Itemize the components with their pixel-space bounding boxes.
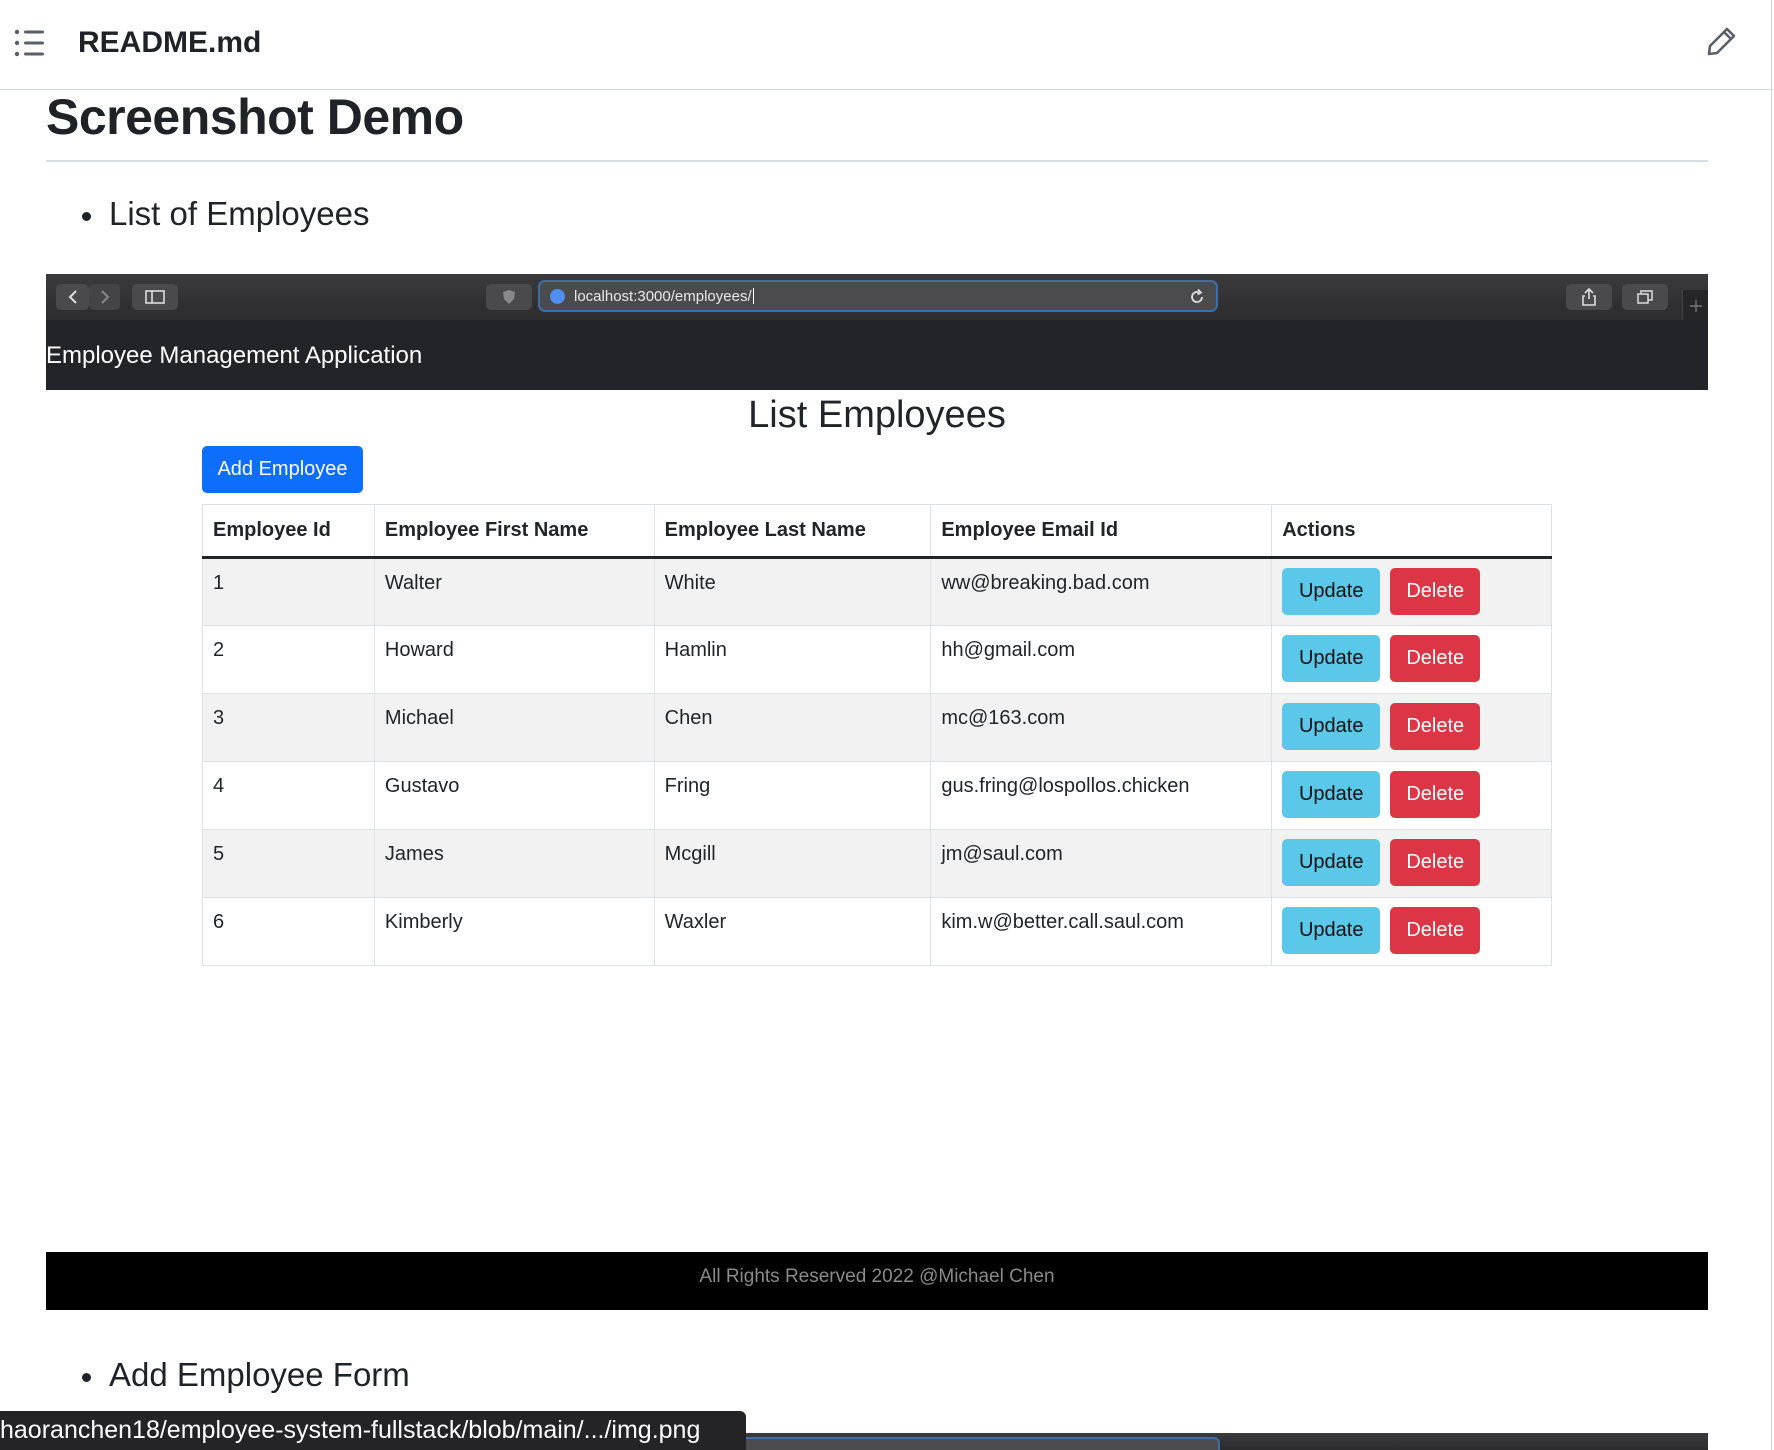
delete-button: Delete <box>1390 907 1481 954</box>
employee-last-name: Waxler <box>653 897 932 966</box>
back-button <box>56 284 89 310</box>
row-actions: Update Delete <box>1271 897 1552 966</box>
readme-filename[interactable]: README.md <box>78 26 261 60</box>
update-button: Update <box>1282 703 1381 750</box>
bullet-text: Add Employee Form <box>109 1356 410 1393</box>
app-brand: Employee Management Application <box>46 342 423 369</box>
employee-first-name: Michael <box>373 693 655 762</box>
column-header: Employee Id <box>202 504 375 559</box>
footer-text: All Rights Reserved 2022 @Michael Chen <box>699 1266 1055 1287</box>
new-tab-button <box>1682 290 1708 320</box>
address-bar: localhost:3000/employees/ <box>538 280 1218 312</box>
column-header: Actions <box>1271 504 1552 559</box>
link-status-bar: haoranchen18/employee-system-fullstack/b… <box>0 1411 746 1450</box>
employee-last-name: Chen <box>653 693 932 762</box>
delete-button: Delete <box>1390 771 1481 818</box>
app-navbar: Employee Management Application <box>46 320 1708 390</box>
employee-id: 3 <box>202 693 375 762</box>
employee-email: kim.w@better.call.saul.com <box>930 897 1273 966</box>
employee-first-name: Kimberly <box>373 897 655 966</box>
employee-first-name: James <box>373 829 655 898</box>
address-bar-2 <box>740 1437 1220 1450</box>
delete-button: Delete <box>1390 635 1481 682</box>
column-header: Employee First Name <box>373 504 655 559</box>
table-row: 1 Walter White ww@breaking.bad.com Updat… <box>202 557 1552 626</box>
table-row: 2 Howard Hamlin hh@gmail.com Update Delet… <box>202 625 1552 694</box>
privacy-button <box>486 284 532 310</box>
plus-icon <box>1690 300 1702 312</box>
sidebar-icon <box>145 290 165 304</box>
update-button: Update <box>1282 568 1381 615</box>
employee-id: 1 <box>202 557 375 626</box>
row-actions: Update Delete <box>1271 625 1552 694</box>
pencil-icon[interactable] <box>1706 25 1738 57</box>
employee-email: mc@163.com <box>930 693 1273 762</box>
add-employee-button: Add Employee <box>202 446 363 493</box>
table-row: 3 Michael Chen mc@163.com Update Delete <box>202 693 1552 762</box>
column-header: Employee Last Name <box>653 504 932 559</box>
row-actions: Update Delete <box>1271 693 1552 762</box>
delete-button: Delete <box>1390 839 1481 886</box>
readme-header: README.md <box>0 0 1772 90</box>
employee-first-name: Walter <box>373 557 655 626</box>
list-icon[interactable] <box>14 28 46 58</box>
update-button: Update <box>1282 635 1381 682</box>
url-text: localhost:3000/employees/ <box>574 288 754 305</box>
table-row: 6 Kimberly Waxler kim.w@better.call.saul… <box>202 897 1552 966</box>
employee-id: 5 <box>202 829 375 898</box>
employee-email: gus.fring@lospollos.chicken <box>930 761 1273 830</box>
employee-last-name: White <box>653 557 932 626</box>
employee-id: 4 <box>202 761 375 830</box>
employee-id: 2 <box>202 625 375 694</box>
employee-email: ww@breaking.bad.com <box>930 557 1273 626</box>
table-header-row: Employee Id Employee First Name Employee… <box>202 504 1552 559</box>
row-actions: Update Delete <box>1271 761 1552 830</box>
tabs-icon <box>1637 290 1653 304</box>
update-button: Update <box>1282 771 1381 818</box>
list-title: List Employees <box>748 394 1006 436</box>
doc-title: Screenshot Demo <box>46 89 464 145</box>
bullet-text: List of Employees <box>109 195 370 232</box>
share-button <box>1566 284 1612 310</box>
sidebar-button <box>132 284 178 310</box>
employee-last-name: Mcgill <box>653 829 932 898</box>
delete-button: Delete <box>1390 703 1481 750</box>
bullet-dot <box>82 1373 91 1382</box>
employee-email: hh@gmail.com <box>930 625 1273 694</box>
shield-icon <box>503 290 515 304</box>
employee-email: jm@saul.com <box>930 829 1273 898</box>
employee-last-name: Fring <box>653 761 932 830</box>
screenshot-image-2 <box>740 1433 1708 1450</box>
reload-icon <box>1191 288 1203 303</box>
bullet-dot <box>82 212 91 221</box>
title-divider <box>46 160 1708 162</box>
update-button: Update <box>1282 839 1381 886</box>
delete-button: Delete <box>1390 568 1481 615</box>
employee-id: 6 <box>202 897 375 966</box>
employee-first-name: Howard <box>373 625 655 694</box>
table-row: 5 James Mcgill jm@saul.com Update Delete <box>202 829 1552 898</box>
employee-first-name: Gustavo <box>373 761 655 830</box>
employee-last-name: Hamlin <box>653 625 932 694</box>
forward-icon <box>100 290 109 304</box>
table-row: 4 Gustavo Fring gus.fring@lospollos.chic… <box>202 761 1552 830</box>
content-border <box>1771 90 1772 1450</box>
column-header: Employee Email Id <box>930 504 1273 559</box>
screenshot-image: localhost:3000/employees/ Employee Manag… <box>46 274 1708 1310</box>
update-button: Update <box>1282 907 1381 954</box>
employees-table: Employee Id Employee First Name Employee… <box>202 504 1552 966</box>
share-icon <box>1582 288 1596 306</box>
globe-icon <box>550 289 565 304</box>
browser-toolbar: localhost:3000/employees/ <box>46 274 1708 320</box>
back-icon <box>68 290 77 304</box>
row-actions: Update Delete <box>1271 829 1552 898</box>
row-actions: Update Delete <box>1271 557 1552 626</box>
tabs-button <box>1622 284 1668 310</box>
app-footer: All Rights Reserved 2022 @Michael Chen <box>46 1252 1708 1310</box>
forward-button <box>89 284 120 310</box>
